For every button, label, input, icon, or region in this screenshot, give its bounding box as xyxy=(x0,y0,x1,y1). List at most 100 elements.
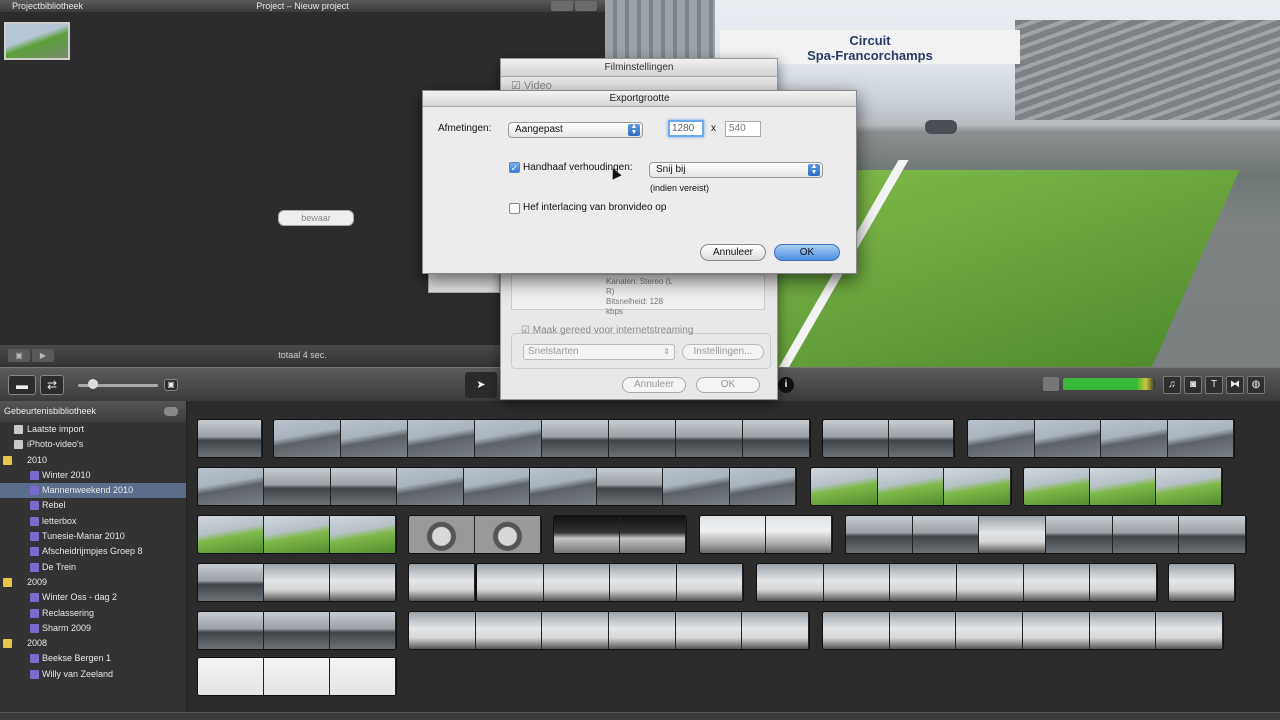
export-cancel-button[interactable]: Annuleer xyxy=(700,244,766,261)
event-icon xyxy=(30,669,39,679)
event-year-folder[interactable]: 2010 xyxy=(0,453,186,468)
chevron-updown-icon: ▲ ▼ xyxy=(808,163,820,176)
pointer-tool-icon[interactable]: ➤ xyxy=(465,372,497,398)
event-icon xyxy=(30,532,39,542)
clip-strip[interactable] xyxy=(408,611,810,650)
film-quick-start-value: Snelstarten xyxy=(528,346,579,357)
event-list-item[interactable]: Rebel xyxy=(0,498,186,513)
transition-icon[interactable]: ⧓ xyxy=(1226,376,1244,394)
project-library-header: Projectbibliotheek Project – Nieuw proje… xyxy=(0,0,605,12)
event-label: Winter 2010 xyxy=(42,469,91,480)
film-side-button[interactable]: bewaar xyxy=(278,210,354,226)
clip-strip[interactable] xyxy=(699,515,833,554)
swap-icon[interactable]: ⇄ xyxy=(40,375,64,395)
event-icon xyxy=(30,486,39,496)
map-icon[interactable]: ◍ xyxy=(1247,376,1265,394)
event-list-item[interactable]: Afscheidrijmpjes Groep 8 xyxy=(0,544,186,559)
film-settings-title: Filminstellingen xyxy=(501,59,777,77)
export-ok-button[interactable]: OK xyxy=(774,244,840,261)
event-icon xyxy=(30,547,39,557)
event-label: Beekse Bergen 1 xyxy=(42,653,112,664)
event-list-item[interactable]: Winter Oss - dag 2 xyxy=(0,590,186,605)
clip-strip[interactable] xyxy=(810,467,1012,506)
clip-strip[interactable] xyxy=(197,611,397,650)
film-stream-checkbox[interactable]: ☑ Maak gereed voor internetstreaming xyxy=(521,325,693,336)
clip-strip[interactable] xyxy=(273,419,811,458)
event-label: Sharm 2009 xyxy=(42,622,92,633)
film-stream-label: Maak gereed voor internetstreaming xyxy=(532,325,694,336)
project-clip-thumbnail[interactable] xyxy=(4,22,70,60)
film-cancel-button[interactable]: Annuleer xyxy=(622,377,686,393)
clip-strip[interactable] xyxy=(1168,563,1236,602)
clip-strip[interactable] xyxy=(553,515,687,554)
event-list-item[interactable]: letterbox xyxy=(0,514,186,529)
photo-icon[interactable]: ◙ xyxy=(1184,376,1202,394)
deinterlace-checkbox[interactable] xyxy=(509,203,520,214)
times-label: x xyxy=(711,123,716,134)
status-bar xyxy=(0,712,1280,720)
clip-strip[interactable] xyxy=(967,419,1235,458)
event-list-item[interactable]: De Trein xyxy=(0,560,186,575)
event-icon xyxy=(30,501,39,511)
film-quick-start-select[interactable]: Snelstarten ⇕ xyxy=(523,344,675,360)
large-thumbnail-icon[interactable]: ▣ xyxy=(164,379,178,391)
clip-strip[interactable] xyxy=(408,563,476,602)
clip-browser[interactable] xyxy=(187,401,1280,720)
dimensions-label: Afmetingen: xyxy=(438,123,492,134)
clip-strip[interactable] xyxy=(197,419,263,458)
clip-strip[interactable] xyxy=(476,563,744,602)
camera-import-icon[interactable]: ▬ xyxy=(8,375,36,395)
event-list-item[interactable]: Tunesie-Manar 2010 xyxy=(0,529,186,544)
volume-icon[interactable] xyxy=(1043,377,1059,391)
info-icon[interactable]: i xyxy=(778,377,794,393)
aspect-checkbox[interactable]: ✓ xyxy=(509,162,520,173)
clip-strip[interactable] xyxy=(822,611,1224,650)
clip-strip[interactable] xyxy=(197,563,397,602)
export-size-dialog: Exportgrootte Afmetingen: Aangepast ▲ ▼ 1… xyxy=(422,90,857,274)
event-icon xyxy=(30,470,39,480)
aspect-select[interactable]: Snij bij ▲ ▼ xyxy=(649,162,823,178)
clip-strip[interactable] xyxy=(197,515,397,554)
zoom-slider-knob[interactable] xyxy=(88,379,98,389)
view-toggle-button[interactable] xyxy=(551,1,573,11)
event-list-item[interactable]: Laatste import xyxy=(0,422,186,437)
clip-strip[interactable] xyxy=(197,467,797,506)
film-settings-button[interactable]: Instellingen... xyxy=(682,344,764,360)
event-list-item[interactable]: Willy van Zeeland xyxy=(0,667,186,682)
library-icon xyxy=(14,440,23,450)
export-size-title: Exportgrootte xyxy=(423,91,856,107)
film-ok-button[interactable]: OK xyxy=(696,377,760,393)
height-field[interactable]: 540 xyxy=(725,121,761,137)
event-icon xyxy=(30,623,39,633)
clip-strip[interactable] xyxy=(756,563,1158,602)
event-label: Mannenweekend 2010 xyxy=(42,485,134,496)
music-icon[interactable]: ♫ xyxy=(1163,376,1181,394)
width-field[interactable]: 1280 xyxy=(668,120,704,137)
event-library-pane: Gebeurtenisbibliotheek Laatste import iPh… xyxy=(0,401,187,720)
library-icon xyxy=(14,425,23,434)
clip-strip[interactable] xyxy=(845,515,1247,554)
event-list-item[interactable]: Mannenweekend 2010 xyxy=(0,483,186,499)
title-icon[interactable]: T xyxy=(1205,376,1223,394)
clip-strip[interactable] xyxy=(408,515,542,554)
event-label: iPhoto-video's xyxy=(27,439,84,450)
event-list-item[interactable]: Reclassering xyxy=(0,606,186,621)
clip-strip[interactable] xyxy=(1023,467,1223,506)
event-list: Laatste import iPhoto-video's 2010 Winter 2… xyxy=(0,422,186,682)
event-library-toggle-icon[interactable] xyxy=(164,407,178,416)
dimensions-select[interactable]: Aangepast ▲ ▼ xyxy=(508,122,643,138)
event-list-item[interactable]: iPhoto-video's xyxy=(0,437,186,452)
project-menu-button[interactable] xyxy=(575,1,597,11)
clip-strip[interactable] xyxy=(197,657,397,696)
viewer-grandstand xyxy=(1015,20,1280,120)
audio-level-bar xyxy=(1063,378,1155,390)
event-year-folder[interactable]: 2008 xyxy=(0,636,186,651)
clip-strip[interactable] xyxy=(822,419,955,458)
event-list-item[interactable]: Sharm 2009 xyxy=(0,621,186,636)
chevron-updown-icon: ⇕ xyxy=(663,347,670,356)
event-year-folder[interactable]: 2009 xyxy=(0,575,186,590)
event-list-item[interactable]: Beekse Bergen 1 xyxy=(0,651,186,666)
aspect-value: Snij bij xyxy=(656,164,686,175)
viewer-car xyxy=(925,120,957,134)
event-list-item[interactable]: Winter 2010 xyxy=(0,468,186,483)
